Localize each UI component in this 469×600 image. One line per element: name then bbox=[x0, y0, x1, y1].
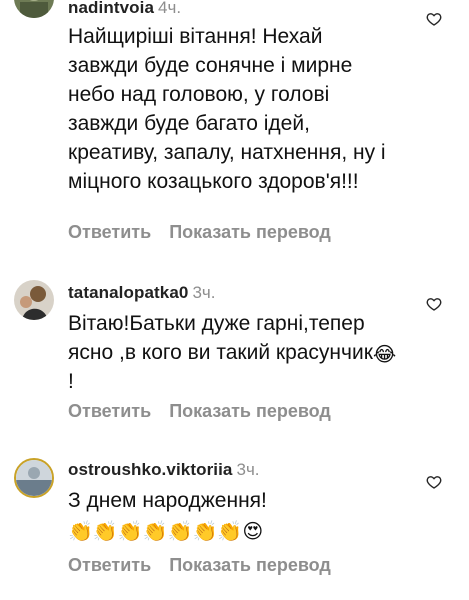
heart-outline-icon[interactable] bbox=[426, 474, 442, 490]
comment-3: ostroushko.viktoriia 3ч. З днем народженн… bbox=[0, 0, 469, 600]
comment-text: З днем народження! 👏👏👏👏👏👏👏😍 bbox=[68, 486, 368, 544]
comment-header: ostroushko.viktoriia 3ч. bbox=[68, 460, 260, 480]
reply-button[interactable]: Ответить bbox=[68, 555, 151, 575]
avatar[interactable] bbox=[14, 458, 54, 498]
username[interactable]: ostroushko.viktoriia bbox=[68, 460, 232, 479]
comment-actions: Ответить Показать перевод bbox=[68, 554, 331, 576]
timestamp: 3ч. bbox=[236, 460, 260, 479]
show-translation-button[interactable]: Показать перевод bbox=[169, 555, 331, 575]
comment-text-body: З днем народження! bbox=[68, 489, 267, 512]
clapping-emoji-sequence: 👏👏👏👏👏👏👏😍 bbox=[68, 521, 264, 543]
